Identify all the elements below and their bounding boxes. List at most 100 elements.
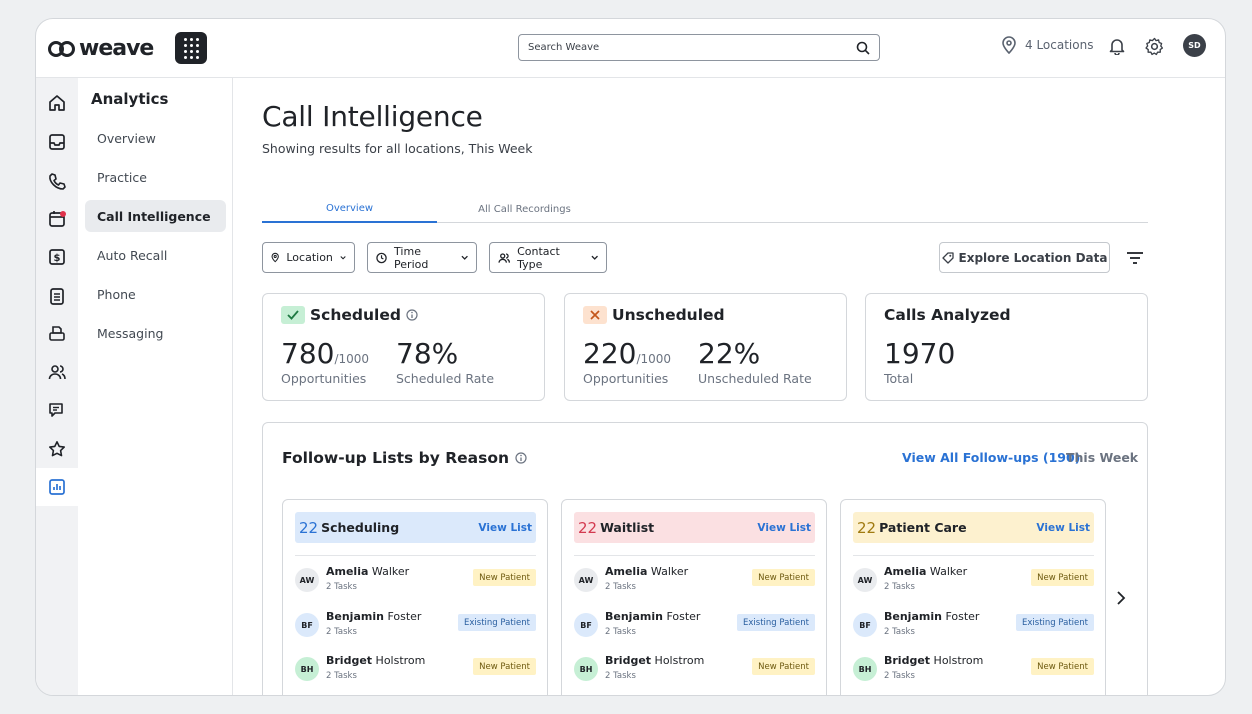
tab-all-call-recordings[interactable]: All Call Recordings	[437, 196, 612, 223]
location-pin-icon	[271, 252, 279, 263]
contacts-icon	[48, 365, 66, 380]
follow-up-list-card: 22 Scheduling View List AW Amelia Walker 2 Ta…	[282, 499, 548, 695]
rail-inbox[interactable]	[36, 123, 78, 161]
sidebar-item-call-intelligence[interactable]: Call Intelligence	[85, 200, 226, 232]
analytics-icon	[49, 479, 65, 495]
scheduled-card: Scheduled 780/1000 Opportunities 78% Sch…	[262, 293, 545, 401]
avatar: BF	[574, 613, 598, 637]
unscheduled-title: Unscheduled	[612, 306, 725, 324]
rail-payments[interactable]: $	[36, 238, 78, 276]
avatar: BH	[295, 657, 319, 681]
sidebar-item-overview[interactable]: Overview	[85, 122, 226, 154]
view-list-link[interactable]: View List	[478, 522, 532, 534]
app-grid-button[interactable]	[175, 32, 207, 64]
search-bar[interactable]	[518, 34, 880, 61]
patient-name: Benjamin Foster	[605, 610, 700, 623]
chevron-right-icon[interactable]	[1111, 589, 1129, 607]
task-count: 2 Tasks	[326, 582, 357, 592]
view-list-link[interactable]: View List	[757, 522, 811, 534]
rail-reviews[interactable]	[36, 430, 78, 468]
sidebar-item-messaging[interactable]: Messaging	[85, 317, 226, 349]
patient-type-badge: Existing Patient	[737, 614, 815, 631]
explore-location-data-button[interactable]: Explore Location Data	[939, 242, 1110, 273]
rail-forms[interactable]	[36, 277, 78, 315]
patient-type-badge: New Patient	[752, 658, 815, 675]
page-subtitle: Showing results for all locations, This …	[262, 141, 533, 156]
star-icon	[49, 441, 65, 457]
dollar-icon: $	[49, 249, 65, 265]
task-count: 2 Tasks	[605, 627, 636, 637]
first-name: Amelia	[605, 565, 648, 578]
logo-text: weave	[79, 36, 154, 61]
location-filter[interactable]: Location	[262, 242, 355, 273]
settings-button[interactable]	[1143, 35, 1165, 57]
unscheduled-header: Unscheduled	[583, 306, 725, 324]
inbox-icon	[49, 134, 65, 150]
tab-overview[interactable]: Overview	[262, 196, 437, 223]
sidebar-item-auto-recall[interactable]: Auto Recall	[85, 239, 226, 271]
last-name: Foster	[666, 610, 701, 623]
patient-name: Amelia Walker	[326, 565, 409, 578]
contact-type-filter[interactable]: Contact Type	[489, 242, 607, 273]
gear-icon	[1144, 37, 1163, 55]
sidebar-item-phone[interactable]: Phone	[85, 278, 226, 310]
list-item[interactable]: BF Benjamin Foster 2 Tasks Existing Patient	[853, 609, 1094, 647]
rail-home[interactable]	[36, 84, 78, 122]
task-count: 2 Tasks	[326, 627, 357, 637]
patient-type-badge: New Patient	[473, 658, 536, 675]
scheduled-rate-label: Scheduled Rate	[396, 371, 495, 386]
notifications-button[interactable]	[1106, 35, 1128, 57]
last-name: Holstrom	[933, 654, 984, 667]
chat-icon	[49, 403, 63, 417]
list-item[interactable]: BH Bridget Holstrom 2 Tasks New Patient	[574, 653, 815, 691]
view-all-follow-ups-link[interactable]: View All Follow-ups (190)	[902, 450, 1080, 465]
view-list-link[interactable]: View List	[1036, 522, 1090, 534]
sidebar-title: Analytics	[91, 90, 169, 108]
sidebar-item-practice[interactable]: Practice	[85, 161, 226, 193]
avatar: AW	[295, 568, 319, 592]
list-item[interactable]: BF Benjamin Foster 2 Tasks Existing Patient	[574, 609, 815, 647]
list-item[interactable]: AW Amelia Walker 2 Tasks New Patient	[295, 564, 536, 602]
chevron-down-icon	[591, 255, 598, 260]
check-icon	[281, 306, 305, 324]
follow-up-period: This Week	[1066, 450, 1139, 465]
explore-label: Explore Location Data	[958, 250, 1108, 265]
rail-analytics[interactable]	[36, 468, 78, 506]
unscheduled-card: Unscheduled 220/1000 Opportunities 22% U…	[564, 293, 847, 401]
home-icon	[49, 95, 65, 111]
main-content: Call Intelligence Showing results for al…	[233, 78, 1225, 695]
list-item[interactable]: AW Amelia Walker 2 Tasks New Patient	[574, 564, 815, 602]
weave-logo[interactable]: weave	[48, 36, 154, 61]
last-name: Walker	[650, 565, 689, 578]
time-period-filter[interactable]: Time Period	[367, 242, 477, 273]
last-name: Holstrom	[654, 654, 705, 667]
unscheduled-total: /1000	[636, 352, 672, 366]
printer-icon	[49, 326, 65, 341]
rail-calendar[interactable]	[36, 200, 78, 238]
rail-phone[interactable]	[36, 162, 78, 200]
search-input[interactable]	[528, 42, 856, 53]
list-item[interactable]: BF Benjamin Foster 2 Tasks Existing Patient	[295, 609, 536, 647]
chevron-down-icon	[461, 255, 468, 260]
filter-icon[interactable]	[1126, 250, 1144, 266]
unscheduled-rate-label: Unscheduled Rate	[698, 371, 812, 386]
location-selector[interactable]: 4 Locations	[1001, 36, 1093, 54]
first-name: Benjamin	[884, 610, 942, 623]
phone-icon	[49, 173, 66, 190]
map-tag-icon	[941, 251, 954, 264]
list-item[interactable]: BH Bridget Holstrom 2 Tasks New Patient	[295, 653, 536, 691]
first-name: Bridget	[326, 654, 373, 667]
rail-contacts[interactable]	[36, 353, 78, 391]
page-title: Call Intelligence	[262, 100, 483, 133]
unscheduled-count: 220/1000	[583, 337, 672, 370]
info-icon[interactable]	[515, 452, 527, 464]
user-avatar[interactable]: SD	[1183, 34, 1206, 57]
rail-messages[interactable]	[36, 391, 78, 429]
patient-name: Amelia Walker	[605, 565, 688, 578]
info-icon[interactable]	[406, 309, 418, 321]
search-icon[interactable]	[856, 41, 870, 55]
list-item[interactable]: BH Bridget Holstrom 2 Tasks New Patient	[853, 653, 1094, 691]
patient-type-badge: Existing Patient	[458, 614, 536, 631]
rail-fax[interactable]	[36, 315, 78, 353]
list-item[interactable]: AW Amelia Walker 2 Tasks New Patient	[853, 564, 1094, 602]
